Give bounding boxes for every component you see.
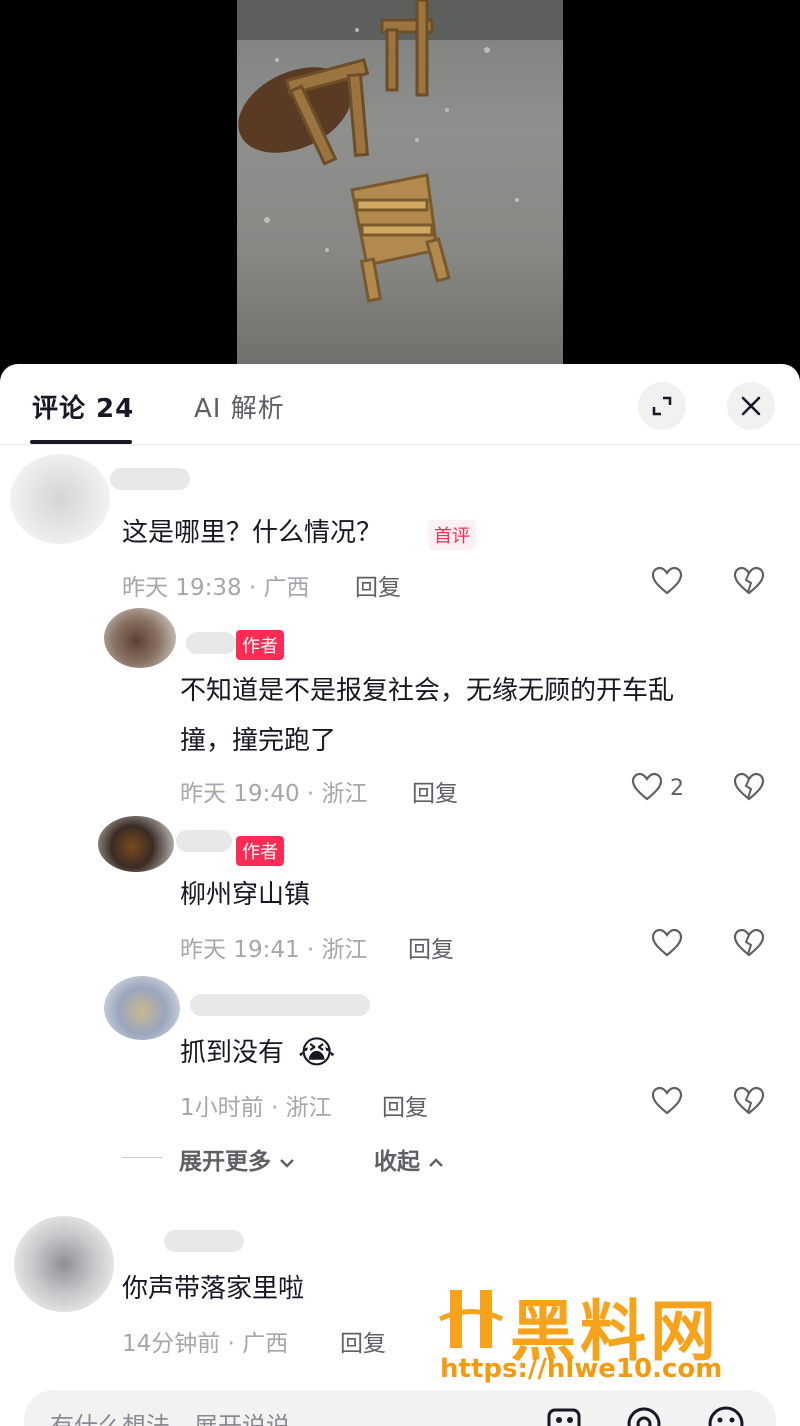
comment-input-bar[interactable]: 有什么想法，展开说说 <box>24 1390 776 1426</box>
avatar[interactable] <box>104 976 180 1040</box>
like-button[interactable] <box>650 926 684 960</box>
comment-tabbar: 评论 24 AI 解析 <box>0 364 800 445</box>
avatar[interactable] <box>14 1216 114 1312</box>
video-player[interactable] <box>0 0 800 372</box>
video-scene <box>237 0 563 303</box>
dislike-button[interactable] <box>732 770 766 804</box>
avatar[interactable] <box>98 816 174 872</box>
expand-button[interactable] <box>638 382 686 430</box>
comment-text-line: 不知道是不是报复社会，无缘无顾的开车乱 <box>180 676 675 706</box>
comment-text: 柳州穿山镇 <box>180 880 311 910</box>
heart-icon <box>651 1086 683 1115</box>
comment-text: 你声带落家里啦 <box>122 1274 305 1304</box>
reply-button[interactable]: 回复 <box>412 774 458 808</box>
watermark-logo <box>438 1290 504 1348</box>
reply-button[interactable]: 回复 <box>408 930 454 964</box>
heart-icon <box>651 928 683 957</box>
at-icon[interactable] <box>624 1404 664 1426</box>
comment-meta: 1小时前 · 浙江 <box>180 1095 332 1121</box>
first-comment-badge: 首评 <box>428 520 476 550</box>
watermark: 黑料网 https://hlwe10.com <box>436 1278 776 1398</box>
author-badge: 作者 <box>236 836 284 866</box>
like-button[interactable] <box>650 1084 684 1118</box>
expand-more-label: 展开更多 <box>179 1149 271 1175</box>
comment-text: 这是哪里？什么情况？ <box>122 518 383 548</box>
close-icon <box>741 396 761 416</box>
heart-icon <box>631 772 663 801</box>
comment-meta: 昨天 19:38 · 广西 <box>122 575 310 601</box>
thread-divider <box>122 1157 162 1158</box>
reply-button[interactable]: 回复 <box>340 1324 386 1358</box>
username-blurred[interactable] <box>176 830 232 852</box>
username-blurred[interactable] <box>164 1230 244 1252</box>
broken-heart-icon <box>733 928 765 957</box>
avatar[interactable] <box>10 454 110 544</box>
comment-input-placeholder[interactable]: 有什么想法，展开说说 <box>50 1406 290 1426</box>
expand-icon <box>652 396 672 416</box>
broken-heart-icon <box>733 1086 765 1115</box>
username-blurred[interactable] <box>110 468 190 490</box>
comment-sheet: 评论 24 AI 解析 这是哪里？什么情况？ 首评 昨天 19:38 · 广西 … <box>0 364 800 1426</box>
dislike-button[interactable] <box>732 926 766 960</box>
collapse-label: 收起 <box>374 1149 420 1175</box>
collapse-button[interactable]: 收起 <box>374 1142 444 1176</box>
image-icon[interactable] <box>544 1404 584 1426</box>
like-button[interactable] <box>630 770 664 804</box>
username-blurred[interactable] <box>186 632 236 654</box>
broken-heart-icon <box>733 772 765 801</box>
like-count: 2 <box>670 776 684 801</box>
username-blurred[interactable] <box>190 994 370 1016</box>
tab-comments[interactable]: 评论 24 <box>32 388 134 425</box>
comment-meta: 昨天 19:40 · 浙江 <box>180 781 368 807</box>
video-frame <box>237 0 563 364</box>
comment-text-line: 撞，撞完跑了 <box>180 726 337 756</box>
crying-emoji: 😭 <box>298 1033 336 1071</box>
tab-ai-analysis[interactable]: AI 解析 <box>194 388 285 425</box>
chevron-up-icon <box>429 1157 443 1167</box>
chevron-down-icon <box>280 1158 294 1168</box>
emoji-icon[interactable] <box>706 1404 746 1426</box>
author-badge: 作者 <box>236 630 284 660</box>
comment-text: 抓到没有 <box>180 1038 285 1068</box>
watermark-url: https://hlwe10.com <box>440 1354 723 1384</box>
reply-button[interactable]: 回复 <box>382 1088 428 1122</box>
like-button[interactable] <box>650 564 684 598</box>
reply-button[interactable]: 回复 <box>355 568 401 602</box>
expand-more-button[interactable]: 展开更多 <box>179 1142 295 1176</box>
broken-heart-icon <box>733 566 765 595</box>
heart-icon <box>651 566 683 595</box>
comment-meta: 14分钟前 · 广西 <box>122 1331 289 1357</box>
avatar[interactable] <box>104 608 176 668</box>
close-button[interactable] <box>727 382 775 430</box>
dislike-button[interactable] <box>732 1084 766 1118</box>
active-tab-indicator <box>30 440 132 444</box>
dislike-button[interactable] <box>732 564 766 598</box>
comment-meta: 昨天 19:41 · 浙江 <box>180 937 368 963</box>
